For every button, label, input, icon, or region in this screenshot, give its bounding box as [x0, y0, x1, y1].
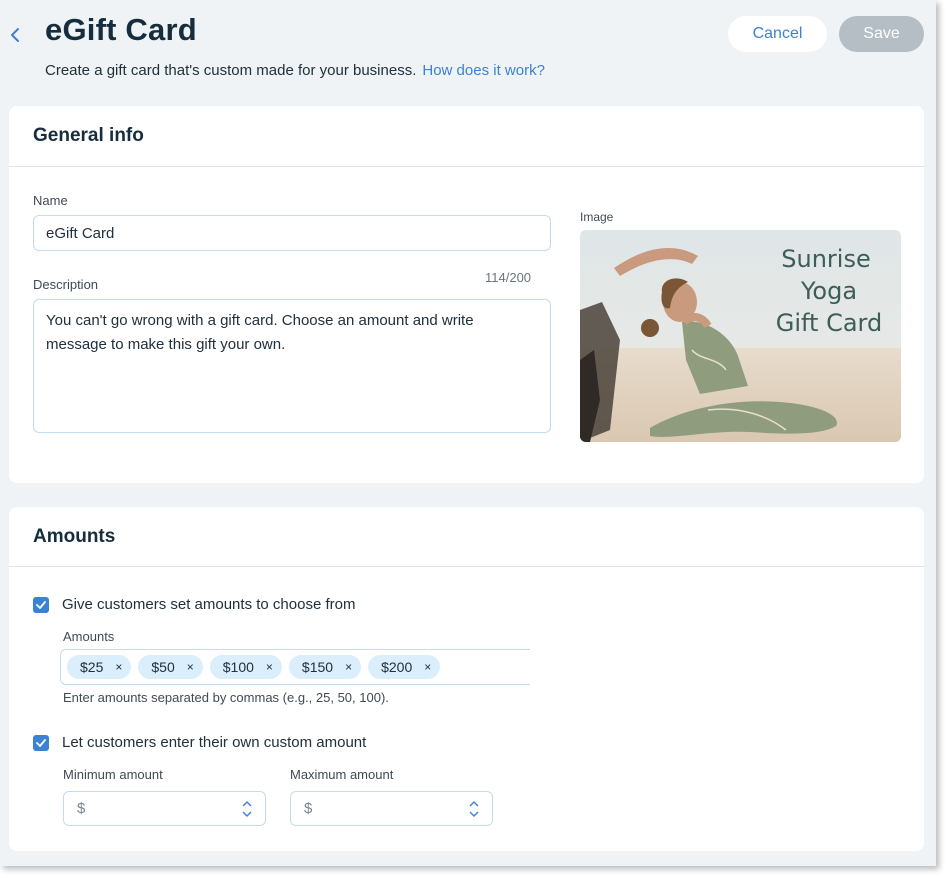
currency-symbol: $: [77, 800, 86, 817]
how-does-it-work-link[interactable]: How does it work?: [422, 62, 545, 79]
subtitle-text: Create a gift card that's custom made fo…: [45, 62, 417, 79]
minimum-amount-input[interactable]: $: [63, 791, 266, 826]
image-text-line-2: Yoga: [800, 277, 857, 305]
description-label: Description: [33, 277, 99, 292]
amounts-label: Amounts: [63, 629, 115, 644]
amount-tag: $25 ×: [67, 655, 132, 679]
amount-tag: $50 ×: [138, 655, 203, 679]
general-info-card: General info Name eGift Card Description…: [9, 106, 924, 483]
custom-amount-option: Let customers enter their own custom amo…: [33, 734, 366, 751]
page: eGift Card Create a gift card that's cus…: [0, 0, 936, 866]
chevron-up-down-icon[interactable]: [242, 798, 252, 820]
image-label: Image: [580, 210, 614, 224]
page-subtitle: Create a gift card that's custom made fo…: [45, 62, 545, 79]
description-char-counter: 114/200: [485, 270, 532, 285]
maximum-amount-input[interactable]: $: [290, 791, 493, 826]
checkmark-icon: [36, 738, 46, 747]
amount-tag-value: $150: [301, 659, 334, 675]
minimum-amount-label: Minimum amount: [63, 767, 163, 782]
description-textarea[interactable]: You can't go wrong with a gift card. Cho…: [33, 299, 551, 433]
image-text-line-3: Gift Card: [776, 309, 882, 337]
remove-tag-icon[interactable]: ×: [115, 660, 122, 674]
remove-tag-icon[interactable]: ×: [424, 660, 431, 674]
yoga-photo: Sunrise Yoga Gift Card: [580, 230, 901, 442]
amount-tag: $100 ×: [209, 655, 282, 679]
checkmark-icon: [36, 600, 46, 609]
remove-tag-icon[interactable]: ×: [266, 660, 273, 674]
amounts-title: Amounts: [9, 507, 924, 567]
cancel-button[interactable]: Cancel: [728, 16, 827, 52]
amount-tag-value: $25: [80, 659, 104, 675]
custom-amount-checkbox[interactable]: [33, 734, 49, 751]
chevron-up-down-icon[interactable]: [469, 798, 479, 820]
custom-amount-label: Let customers enter their own custom amo…: [62, 734, 367, 751]
amount-tag: $150 ×: [288, 655, 362, 679]
page-title: eGift Card: [45, 12, 197, 47]
name-label: Name: [33, 193, 68, 208]
remove-tag-icon[interactable]: ×: [345, 660, 352, 674]
set-amounts-checkbox[interactable]: [33, 596, 49, 613]
amount-tag-value: $50: [151, 659, 175, 675]
general-info-title: General info: [9, 106, 924, 167]
image-text-line-1: Sunrise: [781, 245, 870, 273]
name-input[interactable]: eGift Card: [33, 215, 551, 251]
amounts-hint: Enter amounts separated by commas (e.g.,…: [63, 690, 389, 705]
save-button[interactable]: Save: [839, 16, 924, 52]
amounts-card: Amounts Give customers set amounts to ch…: [9, 507, 924, 851]
amount-tag: $200 ×: [368, 655, 441, 679]
amounts-tags-input[interactable]: $25 × $50 × $100 × $150 × $200 ×: [60, 649, 530, 685]
amount-tag-value: $100: [222, 659, 254, 675]
back-chevron-icon[interactable]: [9, 26, 23, 44]
amount-tag-value: $200: [381, 659, 413, 675]
maximum-amount-label: Maximum amount: [290, 767, 394, 782]
currency-symbol: $: [304, 800, 313, 817]
remove-tag-icon[interactable]: ×: [187, 660, 194, 674]
set-amounts-label: Give customers set amounts to choose fro…: [62, 596, 356, 613]
gift-card-image[interactable]: Sunrise Yoga Gift Card: [580, 230, 901, 442]
set-amounts-option: Give customers set amounts to choose fro…: [33, 596, 355, 613]
